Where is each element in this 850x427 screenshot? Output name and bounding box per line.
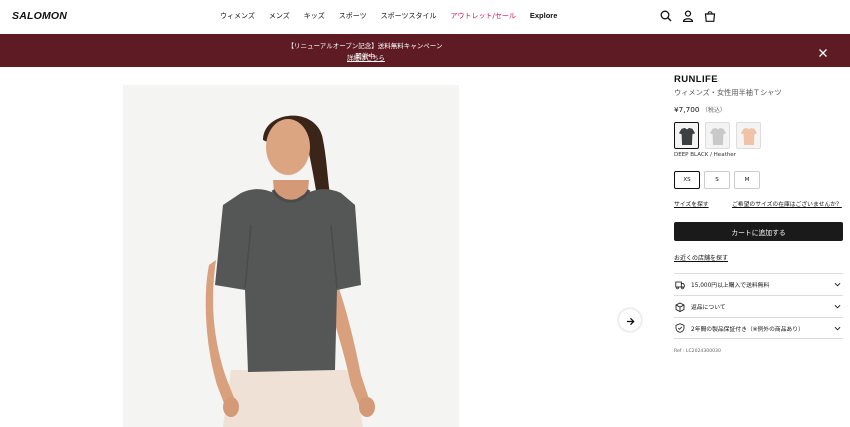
banner-details-link[interactable]: 詳細はこちら [347,53,385,62]
product-photo [123,85,459,427]
find-store-link[interactable]: お近くの店舗を探す [674,253,728,262]
chevron-down-icon [834,281,841,288]
nav-item-mens[interactable]: メンズ [269,11,290,21]
info-accordion: 15,000円以上購入で送料無料 返品について 2年間の製品保証付き（※例外の商… [674,273,843,339]
shield-check-icon [675,323,685,333]
main-nav: ウィメンズ メンズ キッズ スポーツ スポーツスタイル アウトレット/セール E… [220,11,571,21]
swatch-deep-black[interactable] [674,122,699,149]
swatch-peach[interactable] [736,122,761,149]
nav-item-explore[interactable]: Explore [530,11,558,21]
promo-banner: 【リニューアルオープン記念】送料無料キャンペーン開催中 詳細はこちら [0,34,850,67]
nav-item-womens[interactable]: ウィメンズ [220,11,255,21]
accordion-label: 返品について [691,305,726,311]
product-name: RUNLIFE [674,74,718,85]
header-icons [660,10,716,22]
size-option-xs[interactable]: XS [674,171,700,189]
nav-item-sports[interactable]: スポーツ [339,11,367,21]
arrow-right-icon [626,311,635,330]
close-icon[interactable] [817,44,829,57]
nav-item-kids[interactable]: キッズ [304,11,325,21]
swatch-light-grey[interactable] [705,122,730,149]
price-value: ¥7,700 [674,105,700,114]
product-price: ¥7,700 （税込） [674,105,726,114]
chevron-down-icon [834,325,841,332]
size-selector: XS S M [674,171,760,189]
add-to-cart-button[interactable]: カートに追加する [674,222,843,241]
nav-item-outlet-sale[interactable]: アウトレット/セール [451,11,516,21]
color-swatches [674,122,761,149]
size-option-m[interactable]: M [734,171,760,189]
accordion-item-warranty[interactable]: 2年間の製品保証付き（※例外の商品あり） [674,317,843,339]
accordion-item-returns[interactable]: 返品について [674,295,843,317]
shipping-icon [675,280,685,290]
accordion-label: 15,000円以上購入で送料無料 [691,283,770,289]
cart-bag-icon[interactable] [704,10,716,22]
chevron-down-icon [834,303,841,310]
nav-item-sportstyle[interactable]: スポーツスタイル [381,11,437,21]
accordion-item-shipping[interactable]: 15,000円以上購入で送料無料 [674,273,843,295]
size-unavailable-link[interactable]: ご希望のサイズの在庫はございませんか？ [732,199,842,208]
size-option-s[interactable]: S [704,171,730,189]
site-header: SALOMON ウィメンズ メンズ キッズ スポーツ スポーツスタイル アウトレ… [0,0,850,33]
salomon-logo[interactable]: SALOMON [12,10,67,22]
next-image-button[interactable] [619,309,641,331]
product-subtitle: ウィメンズ・女性用半袖Ｔシャツ [674,88,782,97]
product-reference: Ref : LC2024300030 [674,349,721,354]
account-icon[interactable] [682,10,694,22]
product-gallery [0,67,654,427]
accordion-label: 2年間の製品保証付き（※例外の商品あり） [691,326,804,333]
selected-color-name: DEEP BLACK / Heather [674,152,736,158]
return-box-icon [675,302,685,312]
size-guide-link[interactable]: サイズを探す [674,199,709,208]
search-icon[interactable] [660,10,672,22]
tax-note: （税込） [701,107,726,114]
